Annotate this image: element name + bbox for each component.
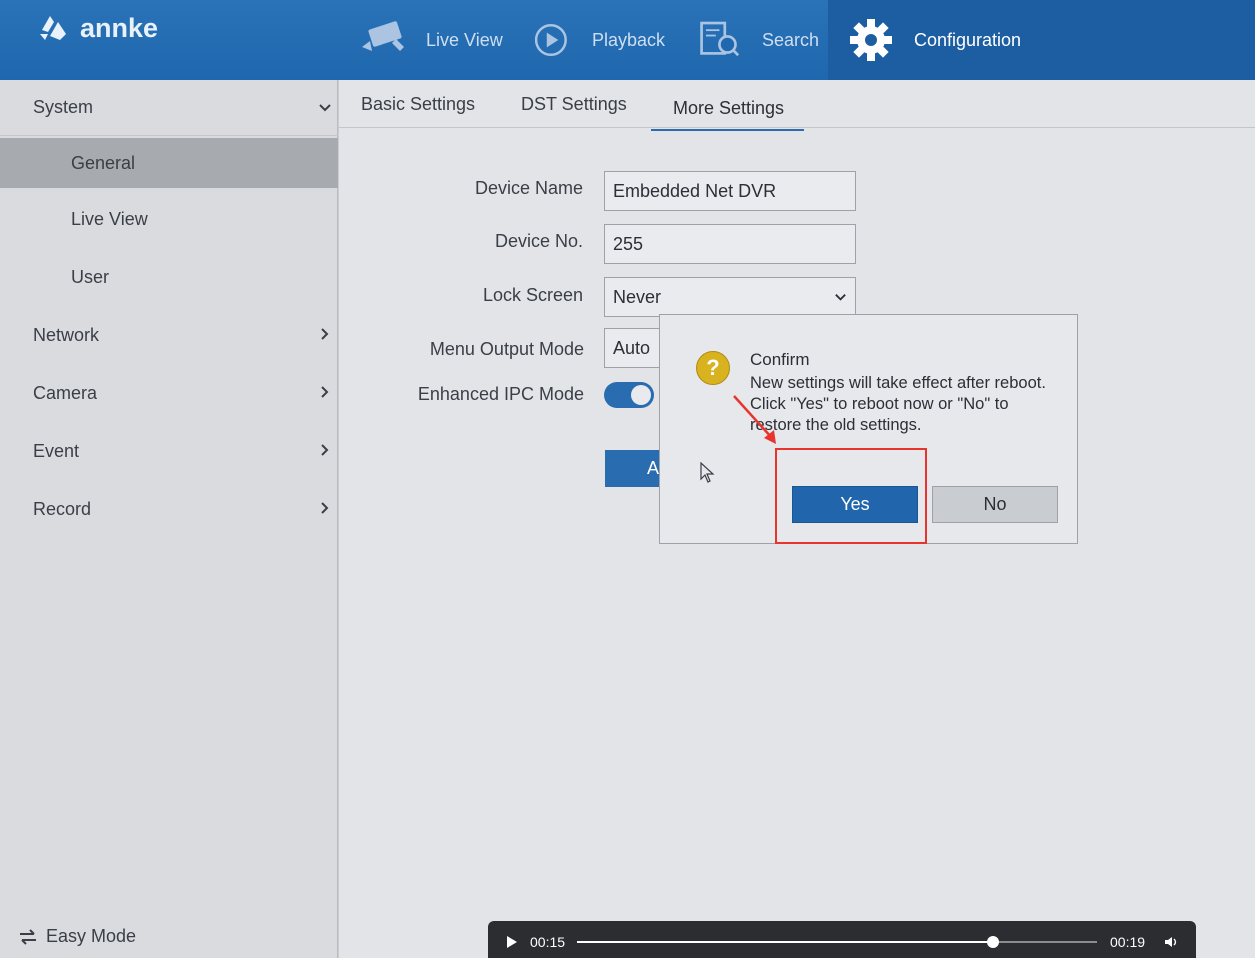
nav-configuration-label: Configuration bbox=[914, 29, 1022, 50]
tab-basic-settings[interactable]: Basic Settings bbox=[361, 94, 475, 115]
device-name-value: Embedded Net DVR bbox=[613, 180, 777, 201]
chevron-right-icon bbox=[321, 444, 329, 456]
enhanced-ipc-mode-toggle[interactable] bbox=[604, 382, 654, 408]
dialog-message: New settings will take effect after rebo… bbox=[750, 374, 1046, 434]
device-name-input[interactable]: Embedded Net DVR bbox=[604, 171, 856, 211]
device-name-label: Device Name bbox=[474, 178, 583, 198]
device-no-label: Device No. bbox=[494, 231, 583, 251]
nav-playback-label: Playback bbox=[592, 29, 666, 50]
no-button-label: No bbox=[983, 494, 1007, 514]
annke-logo-icon bbox=[40, 16, 66, 40]
annotation-highlight-box bbox=[775, 448, 927, 544]
menu-output-mode-select[interactable]: Auto bbox=[604, 328, 664, 368]
nav-search-label: Search bbox=[762, 29, 820, 50]
tab-dst-settings[interactable]: DST Settings bbox=[521, 94, 627, 115]
sidebar-item-label: Event bbox=[33, 440, 80, 461]
current-time: 00:15 bbox=[530, 934, 566, 950]
seek-bar[interactable] bbox=[577, 936, 1097, 948]
mouse-cursor-icon bbox=[700, 462, 715, 483]
camera-icon bbox=[362, 21, 404, 51]
sidebar-item-label: Network bbox=[33, 324, 100, 345]
apply-button[interactable]: A bbox=[605, 450, 665, 487]
question-icon: ? bbox=[696, 351, 730, 385]
device-no-value: 255 bbox=[613, 233, 644, 254]
nav-configuration[interactable]: Configuration bbox=[828, 0, 1255, 80]
sidebar-item-user[interactable]: User bbox=[0, 252, 338, 302]
chevron-right-icon bbox=[321, 386, 329, 398]
dialog-title: Confirm bbox=[750, 350, 810, 369]
chevron-down-icon bbox=[835, 294, 846, 301]
chevron-right-icon bbox=[321, 502, 329, 514]
sidebar-item-event[interactable]: Event bbox=[0, 426, 338, 476]
sidebar-item-label: User bbox=[71, 266, 110, 287]
tab-more-settings[interactable]: More Settings bbox=[651, 98, 805, 131]
nav-live-view[interactable]: Live View bbox=[356, 0, 503, 80]
gear-icon bbox=[850, 19, 892, 61]
annotation-arrow-icon bbox=[733, 395, 776, 444]
lock-screen-select[interactable]: Never bbox=[604, 277, 856, 317]
logo-text: annke bbox=[80, 12, 159, 43]
seek-bar-progress bbox=[577, 941, 993, 943]
sidebar-item-live-view[interactable]: Live View bbox=[0, 194, 338, 244]
sidebar-item-camera[interactable]: Camera bbox=[0, 368, 338, 418]
brand-logo: annke bbox=[36, 8, 158, 48]
sidebar-item-label: System bbox=[33, 97, 94, 117]
easy-mode-label: Easy Mode bbox=[46, 926, 137, 946]
toggle-knob bbox=[631, 385, 651, 405]
easy-mode-button[interactable]: Easy Mode bbox=[18, 926, 136, 947]
sidebar-item-network[interactable]: Network bbox=[0, 310, 338, 360]
video-player-bar: 00:15 00:19 bbox=[488, 921, 1196, 958]
sidebar: System General Live View User Network Ca… bbox=[0, 80, 338, 958]
top-header: annke Live View Playback Search Configur… bbox=[0, 0, 1255, 80]
nav-search[interactable]: Search bbox=[698, 0, 819, 80]
duration: 00:19 bbox=[1110, 934, 1146, 950]
menu-output-mode-value: Auto bbox=[613, 337, 651, 358]
volume-icon[interactable] bbox=[1164, 935, 1178, 949]
playback-icon bbox=[534, 23, 567, 57]
no-button[interactable]: No bbox=[932, 486, 1058, 523]
nav-live-view-label: Live View bbox=[426, 29, 503, 50]
enhanced-ipc-mode-label: Enhanced IPC Mode bbox=[417, 384, 584, 404]
sidebar-item-label: Camera bbox=[33, 382, 98, 403]
swap-arrows-icon bbox=[20, 928, 36, 945]
sidebar-item-record[interactable]: Record bbox=[0, 484, 338, 534]
sidebar-item-general[interactable]: General bbox=[0, 138, 338, 188]
menu-output-mode-label: Menu Output Mode bbox=[429, 339, 584, 359]
sidebar-item-system[interactable]: System bbox=[0, 80, 338, 136]
play-icon[interactable] bbox=[506, 936, 518, 948]
chevron-down-icon bbox=[319, 104, 331, 112]
question-glyph: ? bbox=[706, 355, 720, 380]
apply-button-label: A bbox=[647, 458, 660, 478]
seek-handle[interactable] bbox=[987, 936, 999, 948]
device-no-input[interactable]: 255 bbox=[604, 224, 856, 264]
nav-playback[interactable]: Playback bbox=[532, 0, 665, 80]
sidebar-item-label: Live View bbox=[71, 208, 148, 229]
search-icon bbox=[700, 21, 740, 57]
settings-tabs: Basic Settings DST Settings More Setting… bbox=[339, 80, 1255, 131]
lock-screen-label: Lock Screen bbox=[482, 285, 583, 305]
sidebar-item-label: General bbox=[71, 152, 136, 173]
lock-screen-value: Never bbox=[613, 286, 662, 307]
sidebar-item-label: Record bbox=[33, 498, 92, 519]
chevron-right-icon bbox=[321, 328, 329, 340]
